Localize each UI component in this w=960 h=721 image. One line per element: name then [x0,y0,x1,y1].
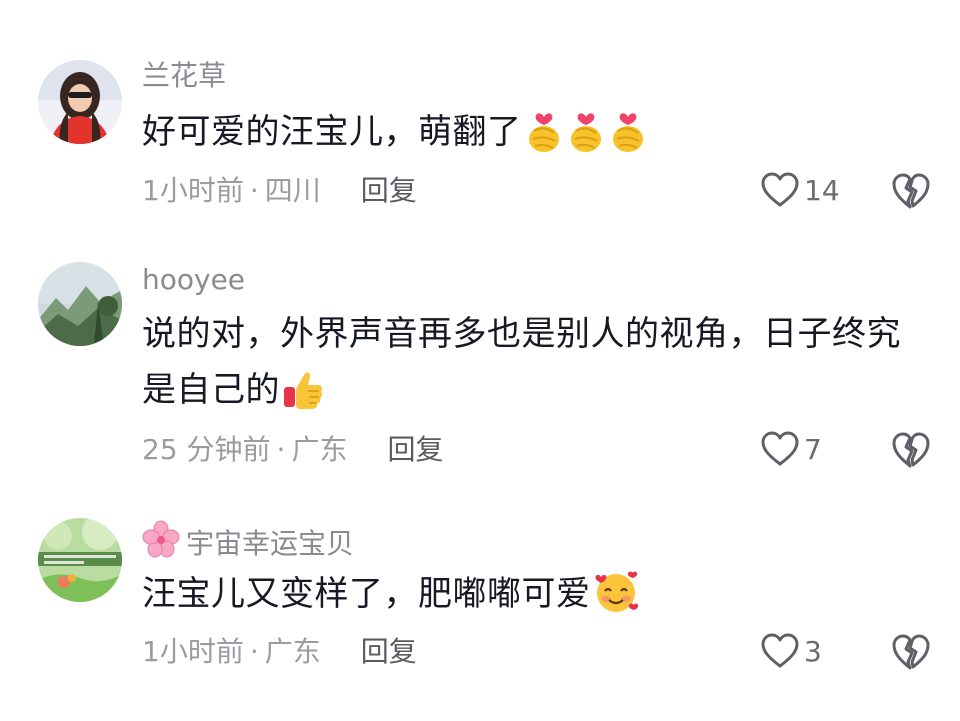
like-button[interactable]: 3 [760,632,822,670]
username[interactable]: 兰花草 [142,58,226,94]
smiling-face-with-hearts-icon [593,569,639,632]
username[interactable]: 宇宙幸运宝贝 [142,520,354,567]
cherry-blossom-icon [142,520,180,567]
reply-button[interactable]: 回复 [361,634,417,670]
heart-outline-icon [761,633,799,668]
comment-time: 1小时前 [142,174,244,207]
comment-text-content: 汪宝儿又变样了，肥嘟嘟可爱 [142,574,591,614]
comment-meta: 1小时前 · 广东 回复 [142,634,417,670]
comment-text: 好可爱的汪宝儿，萌翻了 [142,104,920,170]
comment-meta: 1小时前 · 四川 回复 [142,173,417,209]
like-count: 7 [804,432,822,466]
comment-text-line: 说的对，外界声音再多也是别人的视角，日子终究 [142,314,901,354]
like-button[interactable]: 14 [760,171,840,209]
broken-heart-icon [892,432,930,468]
comment-text-content: 是自己的 [142,370,280,410]
like-count: 3 [804,634,822,668]
comment-time: 25 分钟前 [142,433,271,466]
reply-button[interactable]: 回复 [361,173,417,209]
username[interactable]: hooyee [142,262,245,298]
broken-heart-icon [892,173,930,209]
comment-location: 广东 [264,635,321,668]
comment-text: 汪宝儿又变样了，肥嘟嘟可爱 [142,566,920,632]
separator: · [249,635,259,668]
avatar[interactable] [38,60,122,144]
heart-outline-icon [761,431,799,466]
comment-text: 说的对，外界声音再多也是别人的视角，日子终究 是自己的 [142,306,920,428]
comment-time: 1小时前 [142,635,244,668]
like-count: 14 [804,173,840,207]
partial-top-content [440,0,560,6]
separator: · [249,174,259,207]
finger-heart-icon [566,105,606,170]
dislike-button[interactable] [891,171,931,211]
comment-text-line-2: 是自己的 [142,362,920,428]
like-button[interactable]: 7 [760,430,822,468]
comment-location: 广东 [291,433,348,466]
username-text: 宇宙幸运宝贝 [186,526,355,560]
dislike-button[interactable] [891,632,931,672]
comment-list-page: 兰花草 好可爱的汪宝儿，萌翻了 1小时前 · 四川 回复 14 hooyee 说… [0,0,960,721]
separator: · [276,433,286,466]
thumbs-up-icon [282,367,324,428]
avatar[interactable] [38,518,122,602]
comment-text-content: 好可爱的汪宝儿，萌翻了 [142,112,522,152]
heart-outline-icon [761,172,799,207]
reply-button[interactable]: 回复 [387,432,443,468]
dislike-button[interactable] [891,430,931,470]
comment-meta: 25 分钟前 · 广东 回复 [142,432,443,468]
finger-heart-icon [524,105,564,170]
avatar[interactable] [38,262,122,346]
comment-location: 四川 [264,174,321,207]
finger-heart-icon [608,105,648,170]
broken-heart-icon [892,634,930,670]
